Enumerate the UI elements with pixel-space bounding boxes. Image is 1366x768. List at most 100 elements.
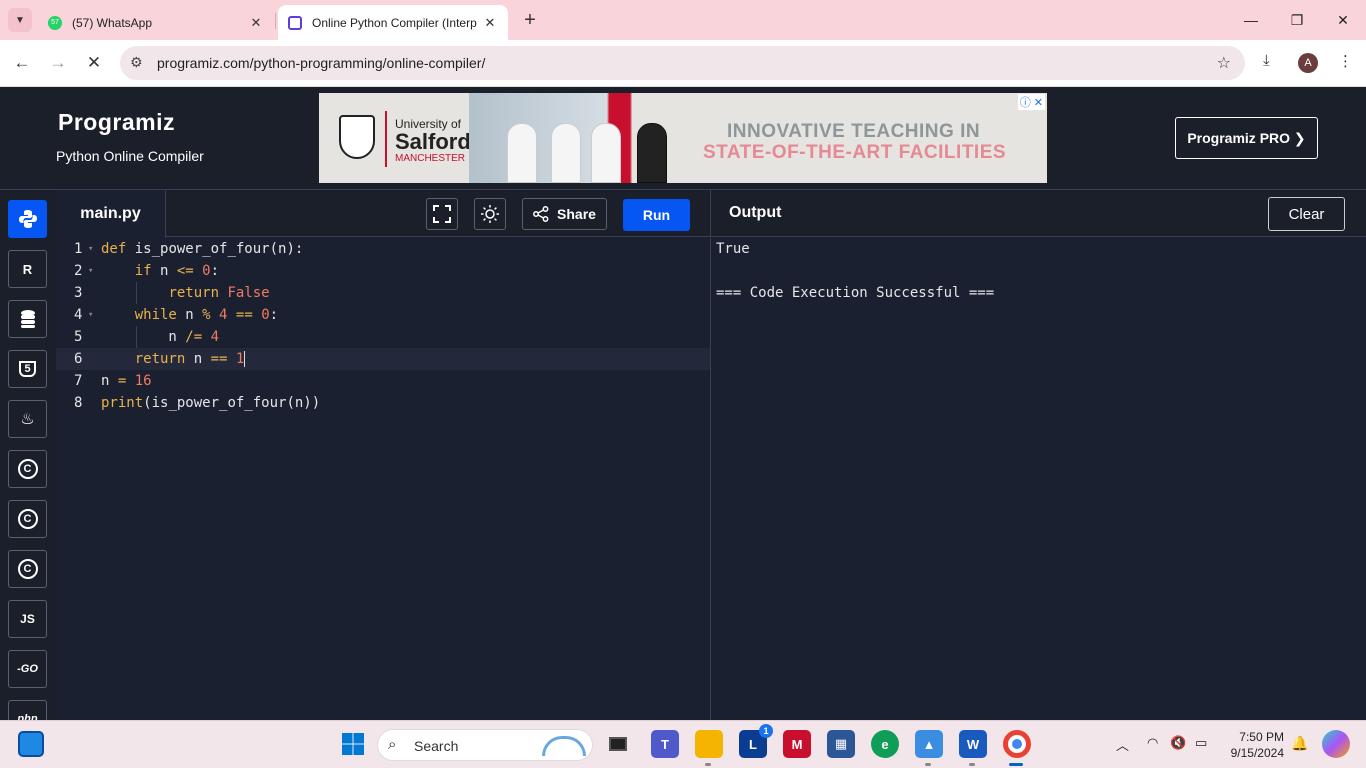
advertisement-banner[interactable]: University of Salford MANCHESTER INNOVAT…: [319, 93, 1047, 183]
ad-headline-1: INNOVATIVE TEACHING IN: [727, 121, 981, 142]
line-number: 3: [74, 285, 83, 301]
java-icon[interactable]: ♨: [8, 400, 47, 438]
fullscreen-icon[interactable]: [426, 198, 458, 230]
expand-icon: [433, 205, 451, 223]
battery-icon[interactable]: ▭: [1195, 735, 1207, 751]
share-icon: [533, 206, 549, 222]
new-tab-button[interactable]: +: [518, 8, 542, 32]
restore-button[interactable]: ❐: [1274, 0, 1320, 40]
url-text[interactable]: programiz.com/python-programming/online-…: [157, 55, 485, 71]
fold-arrow-icon[interactable]: ▾: [88, 238, 93, 260]
close-tab-icon[interactable]: ✕: [248, 15, 264, 31]
code-line[interactable]: 4 ▾ while n % 4 == 0:: [56, 304, 710, 326]
theme-toggle-sun-icon[interactable]: [474, 198, 506, 230]
ad-person: [591, 123, 621, 183]
running-indicator: [969, 763, 975, 766]
ad-person: [637, 123, 667, 183]
notification-bell-icon[interactable]: 🔔: [1291, 735, 1308, 752]
code-text[interactable]: if n <= 0:: [101, 260, 219, 282]
fold-arrow-icon[interactable]: ▾: [88, 304, 93, 326]
tab-search-button[interactable]: ▼: [8, 8, 32, 32]
code-text[interactable]: n /= 4: [101, 326, 219, 348]
programiz-pro-button[interactable]: Programiz PRO ❯: [1175, 117, 1318, 159]
tab-programiz[interactable]: Online Python Compiler (Interp ✕: [278, 5, 508, 40]
more-menu-icon[interactable]: ⋮: [1338, 52, 1353, 70]
r-language-icon[interactable]: R: [8, 250, 47, 288]
code-line[interactable]: 3 return False: [56, 282, 710, 304]
microsoft-store-icon[interactable]: ▦: [827, 730, 855, 758]
close-tab-icon[interactable]: ✕: [482, 15, 498, 31]
html5-icon[interactable]: 5: [8, 350, 47, 388]
edge-icon[interactable]: e: [871, 730, 899, 758]
wifi-icon[interactable]: ◠: [1147, 735, 1158, 751]
close-window-button[interactable]: ✕: [1320, 0, 1366, 40]
python-icon[interactable]: [8, 200, 47, 238]
file-explorer-icon[interactable]: [695, 730, 723, 758]
file-tab-main[interactable]: main.py: [56, 190, 166, 238]
code-line[interactable]: 7 n = 16: [56, 370, 710, 392]
code-line[interactable]: 5 n /= 4: [56, 326, 710, 348]
code-text[interactable]: print(is_power_of_four(n)): [101, 392, 320, 414]
widgets-icon[interactable]: [18, 731, 44, 757]
go-icon[interactable]: -GO: [8, 650, 47, 688]
code-line-current[interactable]: 6 return n == 1: [56, 348, 710, 370]
windows-start-icon[interactable]: [339, 730, 367, 758]
fold-arrow-icon[interactable]: ▾: [88, 260, 93, 282]
c-language-icon[interactable]: C: [8, 450, 47, 488]
site-settings-icon[interactable]: ⚙: [130, 54, 143, 71]
mcafee-icon[interactable]: M: [783, 730, 811, 758]
code-text[interactable]: def is_power_of_four(n):: [101, 238, 303, 260]
minimize-button[interactable]: —: [1228, 0, 1274, 40]
ad-person: [551, 123, 581, 183]
bookmark-star-icon[interactable]: ☆: [1217, 53, 1231, 73]
tab-title: (57) WhatsApp: [72, 15, 153, 30]
programiz-logo[interactable]: Programiz: [58, 109, 175, 136]
task-view-icon[interactable]: [604, 730, 632, 758]
code-text[interactable]: while n % 4 == 0:: [101, 304, 278, 326]
volume-muted-icon[interactable]: 🔇: [1170, 735, 1186, 751]
taskbar-search[interactable]: ⌕ Search: [377, 729, 593, 761]
system-clock[interactable]: 7:50 PM 9/15/2024: [1218, 729, 1284, 761]
output-line: === Code Execution Successful ===: [716, 285, 995, 301]
csharp-icon[interactable]: C: [8, 550, 47, 588]
whatsapp-icon: 57: [48, 15, 62, 30]
line-number: 6: [74, 351, 83, 367]
editor-toolbar: main.py Share Run: [56, 189, 710, 238]
run-button[interactable]: Run: [623, 199, 690, 231]
database-icon: [20, 310, 35, 328]
chrome-icon[interactable]: [1003, 730, 1031, 758]
tab-whatsapp[interactable]: 57 (57) WhatsApp ✕: [38, 5, 274, 40]
line-number: 5: [74, 329, 83, 345]
ad-choices-icon[interactable]: ⓘ ✕: [1017, 94, 1045, 110]
code-text[interactable]: return n == 1: [101, 348, 246, 370]
copilot-icon[interactable]: [1322, 730, 1350, 758]
share-button[interactable]: Share: [522, 198, 607, 230]
photos-icon[interactable]: ▲: [915, 730, 943, 758]
go-label: -GO: [17, 663, 38, 675]
browser-toolbar: ← → ✕ ⚙ programiz.com/python-programming…: [0, 40, 1366, 87]
profile-avatar[interactable]: A: [1298, 53, 1318, 73]
code-text[interactable]: return False: [101, 282, 269, 304]
download-icon[interactable]: ⤓: [1263, 52, 1270, 69]
address-bar[interactable]: ⚙ programiz.com/python-programming/onlin…: [120, 46, 1245, 80]
stop-loading-icon[interactable]: ✕: [82, 51, 106, 75]
forward-arrow-icon[interactable]: →: [46, 51, 70, 75]
code-line[interactable]: 1 ▾ def is_power_of_four(n):: [56, 238, 710, 260]
back-arrow-icon[interactable]: ←: [10, 51, 34, 75]
cpp-icon[interactable]: C: [8, 500, 47, 538]
code-text[interactable]: n = 16: [101, 370, 152, 392]
show-hidden-icons-chevron-icon[interactable]: ︿: [1116, 735, 1129, 754]
php-icon[interactable]: php: [8, 700, 47, 720]
lunar-app-icon[interactable]: L1: [739, 724, 773, 758]
teams-icon[interactable]: T: [651, 730, 679, 758]
code-editor[interactable]: 1 ▾ def is_power_of_four(n): 2 ▾ if n <= 0…: [56, 238, 710, 720]
ad-headline-2: STATE-OF-THE-ART FACILITIES: [703, 142, 1007, 163]
javascript-icon[interactable]: JS: [8, 600, 47, 638]
clear-button[interactable]: Clear: [1268, 197, 1345, 231]
search-highlight-rainbow-icon: [542, 736, 586, 756]
php-label: php: [17, 713, 38, 720]
sql-database-icon[interactable]: [8, 300, 47, 338]
code-line[interactable]: 2 ▾ if n <= 0:: [56, 260, 710, 282]
word-icon[interactable]: W: [959, 730, 987, 758]
code-line[interactable]: 8 print(is_power_of_four(n)): [56, 392, 710, 414]
